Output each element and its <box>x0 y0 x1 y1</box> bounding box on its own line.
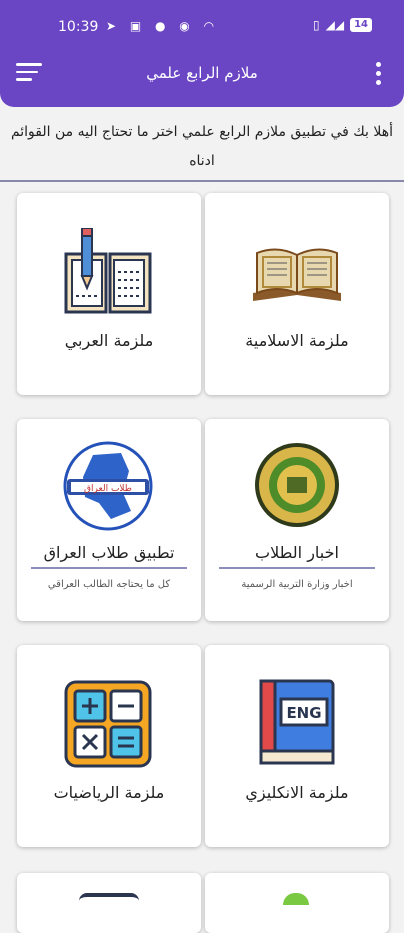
signal-icon: ◢◢ <box>325 18 345 32</box>
status-right: ▯ ◢◢ 14 <box>313 18 372 32</box>
card-subtitle: كل ما يحتاجه الطالب العراقي <box>47 579 171 590</box>
card-math[interactable]: ملزمة الرياضيات <box>17 645 201 847</box>
notification-icons: ➤ ▣ ● ◉ ◠ <box>106 19 220 33</box>
card-english[interactable]: ENG ملزمة الانكليزي <box>205 645 389 847</box>
calculator-icon <box>64 680 152 768</box>
status-bar: 10:39 ➤ ▣ ● ◉ ◠ ▯ ◢◢ 14 <box>0 0 404 52</box>
card-partial-right[interactable] <box>205 873 389 933</box>
more-options-icon[interactable] <box>376 62 382 89</box>
eng-book-icon: ENG <box>259 679 335 765</box>
card-label: ملزمة العربي <box>64 331 154 350</box>
card-partial-left[interactable] <box>17 873 201 933</box>
card-label: تطبيق طلاب العراق <box>43 543 175 562</box>
vibrate-icon: ▯ <box>313 18 320 32</box>
status-time: 10:39 <box>58 19 99 35</box>
card-label: ملزمة الرياضيات <box>53 783 165 802</box>
battery-icon: 14 <box>350 18 372 32</box>
open-book-pencil-icon <box>64 228 152 314</box>
quran-book-icon <box>253 248 341 301</box>
iraq-map-logo-icon: طلاب العراق <box>63 441 153 531</box>
intro-text: أهلا بك في تطبيق ملازم الرابع علمي اختر … <box>10 124 394 169</box>
card-student-news[interactable]: اخبار الطلاب اخبار وزارة التربية الرسمية <box>205 419 389 621</box>
page-title: ملازم الرابع علمي <box>146 64 258 82</box>
logo-text: طلاب العراق <box>84 484 132 494</box>
card-label: ملزمة الانكليزي <box>245 783 349 802</box>
ministry-emblem-icon <box>255 443 339 527</box>
card-underline <box>31 567 187 569</box>
card-subtitle: اخبار وزارة التربية الرسمية <box>241 579 353 590</box>
eng-text: ENG <box>286 704 321 722</box>
partial-icon <box>283 893 309 905</box>
app-bar: 10:39 ➤ ▣ ● ◉ ◠ ▯ ◢◢ 14 ملازم الرابع علم… <box>0 0 404 107</box>
card-label: اخبار الطلاب <box>255 543 339 562</box>
card-label: ملزمة الاسلامية <box>245 331 349 350</box>
card-arabic[interactable]: ملزمة العربي <box>17 193 201 395</box>
partial-icon <box>79 893 139 907</box>
card-islamic[interactable]: ملزمة الاسلامية <box>205 193 389 395</box>
card-underline <box>219 567 375 569</box>
divider <box>0 180 404 182</box>
card-iraq-students[interactable]: طلاب العراق تطبيق طلاب العراق كل ما يحتا… <box>17 419 201 621</box>
